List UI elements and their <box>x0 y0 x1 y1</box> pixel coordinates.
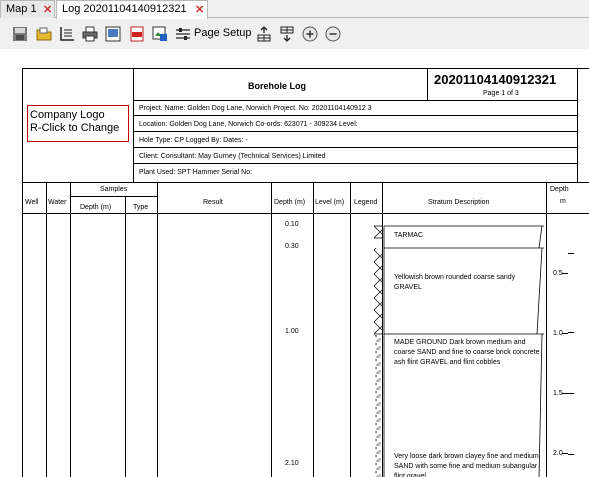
save-icon[interactable] <box>12 26 28 42</box>
col-header-water: Water <box>48 199 67 206</box>
close-icon[interactable]: ✕ <box>43 3 52 16</box>
tab-map-1[interactable]: Map 1 ✕ <box>0 0 55 18</box>
page-setup-button[interactable]: Page Setup <box>194 27 252 39</box>
scale-tick-label: 2.0 <box>553 450 563 457</box>
chart-axes-icon[interactable] <box>59 26 75 42</box>
col-header-samples: Samples <box>100 186 128 193</box>
logo-line-2: R-Click to Change <box>30 122 120 134</box>
stratum-description: TARMAC <box>394 232 424 239</box>
stratum-description: Yellowish brown rounded coarse sandy GRA… <box>394 274 516 291</box>
export-pdf-icon[interactable] <box>129 26 145 42</box>
zoom-out-icon[interactable] <box>325 26 341 42</box>
insert-row-below-icon[interactable] <box>279 26 295 42</box>
tab-strip: Map 1 ✕ Log 20201104140912321 ✕ <box>0 0 589 19</box>
scale-tick-label: 1.5 <box>553 390 563 397</box>
col-header-well: Well <box>25 199 39 206</box>
col-header-level: Level (m) <box>315 199 345 206</box>
col-header-depth-scale-1: Depth <box>550 186 569 193</box>
col-header-result: Result <box>203 199 223 206</box>
col-header-depth: Depth (m) <box>274 199 306 206</box>
print-preview-icon[interactable] <box>105 26 121 42</box>
zoom-in-icon[interactable] <box>302 26 318 42</box>
logo-line-1: Company Logo <box>30 109 105 121</box>
log-id: 20201104140912321 <box>434 72 557 87</box>
stratum-description: Very loose dark brown clayey fine and me… <box>394 453 539 477</box>
legend-hatch-column <box>374 225 382 477</box>
depth-value: 2.10 <box>285 460 299 467</box>
tab-label: Map 1 <box>6 3 37 15</box>
col-header-stratum: Stratum Description <box>428 199 490 206</box>
tab-log[interactable]: Log 20201104140912321 ✕ <box>56 0 208 19</box>
depth-value: 0.10 <box>285 221 299 228</box>
company-logo-placeholder[interactable]: Company Logo R-Click to Change <box>27 105 129 142</box>
page-setup-icon[interactable] <box>175 26 191 42</box>
depth-value: 0.30 <box>285 243 299 250</box>
borehole-log-page: Company Logo R-Click to Change Borehole … <box>22 68 589 477</box>
tab-label: Log 20201104140912321 <box>62 3 187 15</box>
depth-value: 1.00 <box>285 328 299 335</box>
scale-tick-label: 1.0 <box>553 330 563 337</box>
log-document-view[interactable]: Company Logo R-Click to Change Borehole … <box>0 49 589 477</box>
export-image-icon[interactable] <box>152 26 168 42</box>
col-header-sample-type: Type <box>133 204 149 211</box>
col-header-sample-depth: Depth (m) <box>80 204 112 211</box>
toolbar: Page Setup <box>0 19 589 49</box>
log-title: Borehole Log <box>248 81 306 91</box>
col-header-legend: Legend <box>354 199 378 206</box>
print-icon[interactable] <box>82 26 98 42</box>
stratum-description: MADE GROUND Dark brown medium and coarse… <box>394 339 540 366</box>
project-line: Project. Name: Golden Dog Lane, Norwich … <box>139 105 372 112</box>
col-header-depth-scale-2: m <box>560 198 566 205</box>
location-line: Location: Golden Dog Lane, Norwich Co-or… <box>139 121 358 128</box>
page-indicator: Page 1 of 3 <box>483 90 519 97</box>
open-folder-icon[interactable] <box>36 26 52 42</box>
plant-line: Plant Used: SPT Hammer Serial No: <box>139 169 253 176</box>
close-icon[interactable]: ✕ <box>195 3 204 16</box>
client-line: Client: Consultant: May Gurney (Technica… <box>139 153 326 160</box>
scale-tick-label: 0.5 <box>553 270 563 277</box>
hole-type-line: Hole Type: CP Logged By: Dates: - <box>139 137 248 144</box>
insert-row-above-icon[interactable] <box>256 26 272 42</box>
